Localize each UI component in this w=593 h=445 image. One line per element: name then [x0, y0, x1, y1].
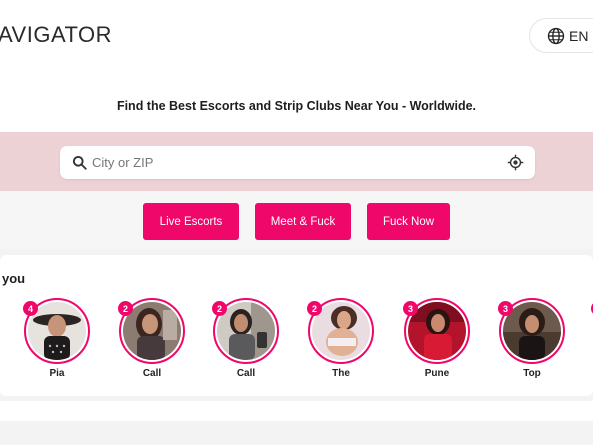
- story-item[interactable]: 4 Pia: [23, 298, 90, 379]
- story-name: Top: [523, 368, 541, 379]
- story-name: The: [332, 368, 350, 379]
- story-count-badge: 3: [403, 301, 418, 316]
- story-count-badge: 3: [498, 301, 513, 316]
- story-name: Call: [142, 368, 162, 379]
- story-count-badge: 4: [23, 301, 38, 316]
- site-logo[interactable]: AVIGATOR: [0, 22, 112, 48]
- meet-and-fuck-button[interactable]: Meet & Fuck: [255, 203, 351, 240]
- story-item[interactable]: 2 Call: [212, 298, 279, 379]
- search-icon: [72, 155, 87, 170]
- story-item[interactable]: 3 Top: [498, 298, 565, 379]
- story-name: Pune: [424, 368, 450, 379]
- next-section: [0, 401, 593, 421]
- story-count-badge: 2: [212, 301, 227, 316]
- story-count-badge: 2: [307, 301, 322, 316]
- city-zip-input[interactable]: [92, 146, 492, 179]
- tagline-band: Find the Best Escorts and Strip Clubs Ne…: [0, 84, 593, 132]
- search-box[interactable]: [60, 146, 535, 179]
- globe-icon: [547, 27, 565, 44]
- live-escorts-button[interactable]: Live Escorts: [143, 203, 239, 240]
- story-count-badge: 2: [118, 301, 133, 316]
- category-buttons: Live Escorts Meet & Fuck Fuck Now: [0, 191, 593, 249]
- story-name: Pia: [49, 368, 65, 379]
- near-you-section: you 4 Pia 2 Call 2 Call 2 The 3 Pune 3 T…: [0, 255, 593, 396]
- search-band: [0, 132, 593, 191]
- story-name: Call: [236, 368, 256, 379]
- language-label: EN: [569, 27, 589, 44]
- section-title: you: [2, 271, 26, 286]
- header: AVIGATOR EN: [0, 0, 593, 84]
- story-item[interactable]: 2 The: [307, 298, 374, 379]
- language-selector[interactable]: EN: [529, 18, 593, 53]
- story-item[interactable]: 3 Pune: [403, 298, 470, 379]
- locate-icon[interactable]: [507, 154, 524, 171]
- tagline: Find the Best Escorts and Strip Clubs Ne…: [116, 99, 477, 113]
- story-item[interactable]: 2 Call: [118, 298, 185, 379]
- fuck-now-button[interactable]: Fuck Now: [367, 203, 450, 240]
